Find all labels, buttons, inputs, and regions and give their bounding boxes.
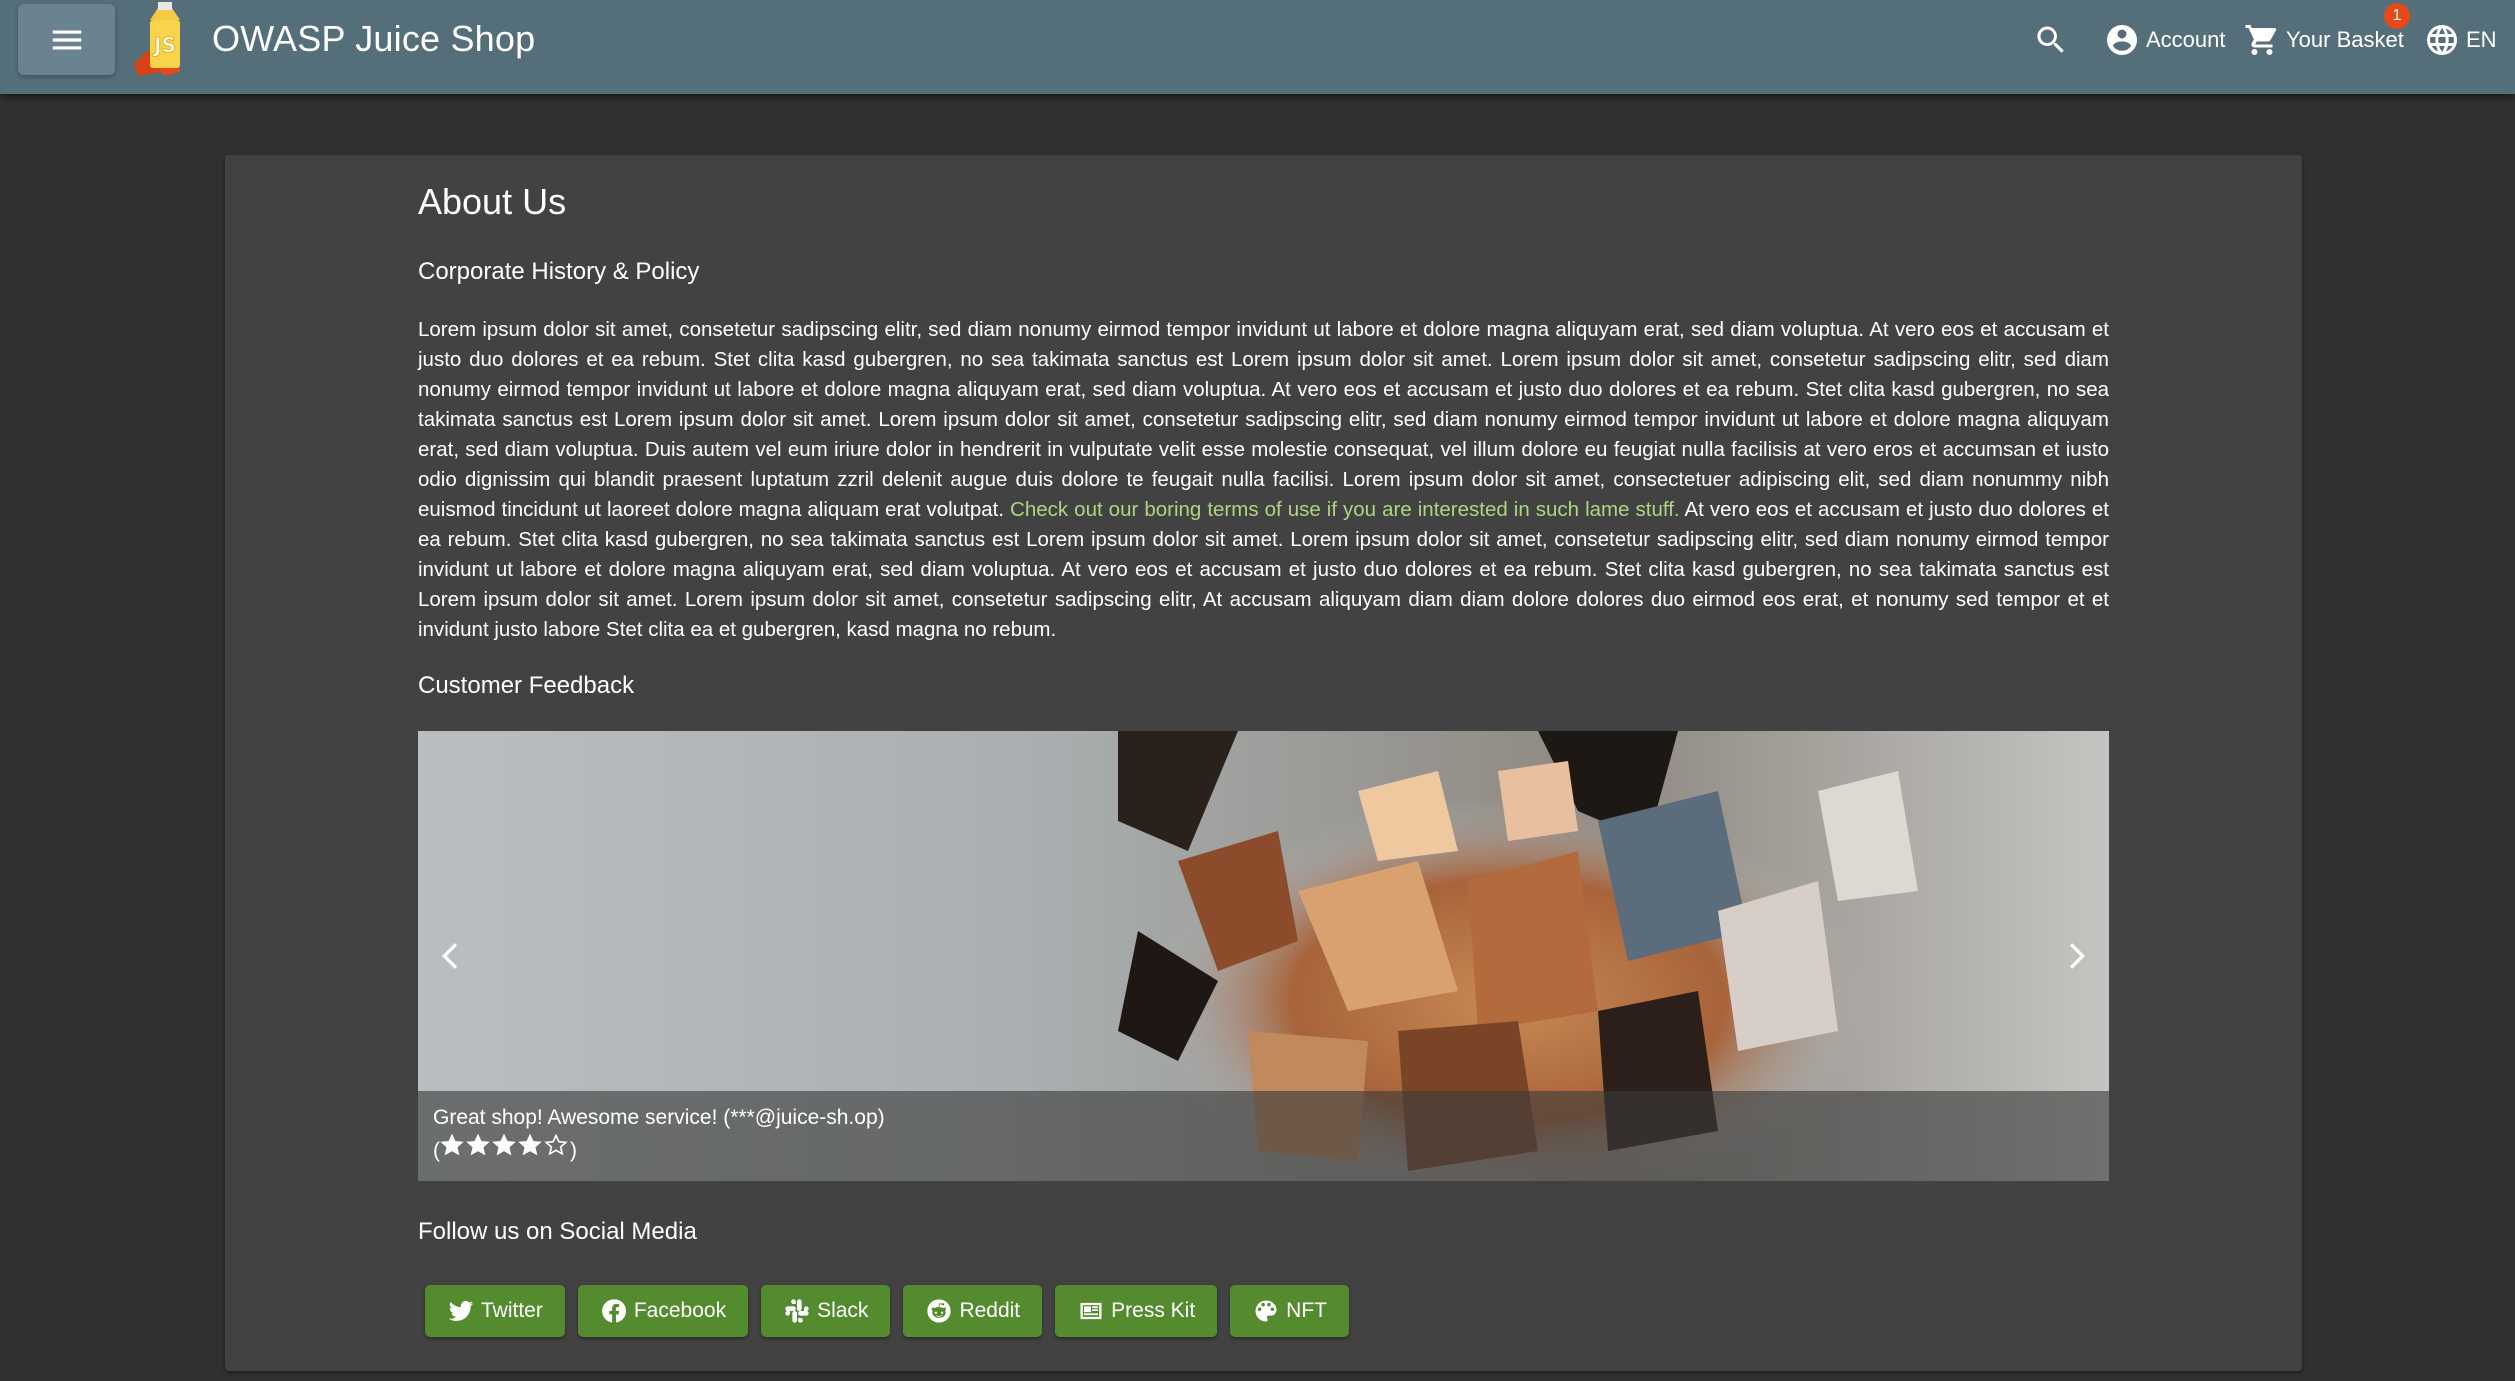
nft-label: NFT: [1286, 1299, 1327, 1322]
juice-shop-logo[interactable]: JS: [128, 0, 204, 78]
carousel-next-button[interactable]: [2051, 929, 2101, 983]
globe-icon: [2427, 25, 2457, 55]
language-label: EN: [2466, 27, 2497, 52]
rating-stars: [440, 1133, 570, 1157]
basket-count-badge: 1: [2384, 3, 2410, 29]
twitter-icon: [448, 1301, 474, 1321]
star-filled-icon: [466, 1133, 490, 1156]
top-toolbar: JS OWASP Juice Shop Account Your Basket …: [0, 0, 2515, 94]
press-kit-label: Press Kit: [1111, 1299, 1196, 1322]
press-kit-button[interactable]: Press Kit: [1055, 1285, 1218, 1337]
basket-label: Your Basket: [2286, 27, 2404, 52]
star-filled-icon: [492, 1133, 516, 1156]
facebook-icon: [601, 1299, 626, 1323]
basket-button[interactable]: Your Basket: [2244, 20, 2404, 60]
rating-close-paren: ): [570, 1139, 577, 1162]
star-filled-icon: [518, 1133, 542, 1156]
social-buttons: Twitter Facebook Slack Reddit Press Kit …: [425, 1285, 1349, 1337]
app-title: OWASP Juice Shop: [212, 18, 536, 59]
menu-icon: [52, 30, 81, 49]
chevron-right-icon: [2069, 943, 2086, 969]
sidenav-menu-button[interactable]: [18, 4, 115, 75]
svg-text:JS: JS: [152, 33, 176, 57]
reddit-label: Reddit: [959, 1299, 1021, 1322]
account-button[interactable]: Account: [2104, 20, 2226, 60]
facebook-label: Facebook: [633, 1299, 727, 1322]
rating-open-paren: (: [433, 1139, 440, 1162]
twitter-label: Twitter: [481, 1299, 543, 1322]
social-media-heading: Follow us on Social Media: [418, 1218, 697, 1245]
feedback-carousel[interactable]: Great shop! Awesome service! (***@juice-…: [418, 731, 2109, 1181]
facebook-button[interactable]: Facebook: [577, 1285, 749, 1337]
reddit-icon: [927, 1299, 952, 1323]
star-filled-icon: [440, 1133, 464, 1156]
slack-label: Slack: [817, 1299, 869, 1322]
lorem-text-before: Lorem ipsum dolor sit amet, consetetur s…: [418, 318, 2109, 521]
search-button[interactable]: [2033, 20, 2069, 60]
feedback-rating: (): [433, 1133, 2094, 1166]
feedback-caption: Great shop! Awesome service! (***@juice-…: [418, 1091, 2109, 1181]
corporate-history-heading: Corporate History & Policy: [418, 258, 700, 285]
shopping-cart-icon: [2245, 25, 2277, 55]
corporate-history-text: Lorem ipsum dolor sit amet, consetetur s…: [418, 315, 2109, 645]
newspaper-icon: [1080, 1302, 1102, 1320]
twitter-button[interactable]: Twitter: [425, 1285, 565, 1337]
page-title: About Us: [418, 181, 567, 222]
about-card: About Us Corporate History & Policy Lore…: [225, 155, 2302, 1371]
language-button[interactable]: EN: [2424, 20, 2497, 60]
reddit-button[interactable]: Reddit: [903, 1285, 1043, 1337]
nft-button[interactable]: NFT: [1230, 1285, 1349, 1337]
account-label: Account: [2146, 27, 2226, 52]
feedback-comment: Great shop! Awesome service! (***@juice-…: [433, 1106, 885, 1129]
carousel-prev-button[interactable]: [426, 929, 476, 983]
slack-icon: [785, 1299, 809, 1323]
star-empty-icon: [544, 1133, 568, 1156]
slack-button[interactable]: Slack: [761, 1285, 891, 1337]
chevron-left-icon: [441, 943, 458, 969]
palette-icon: [1255, 1300, 1277, 1322]
search-icon: [2037, 26, 2064, 53]
customer-feedback-heading: Customer Feedback: [418, 672, 635, 699]
account-circle-icon: [2107, 25, 2137, 55]
terms-of-use-link[interactable]: Check out our boring terms of use if you…: [1010, 498, 1680, 521]
